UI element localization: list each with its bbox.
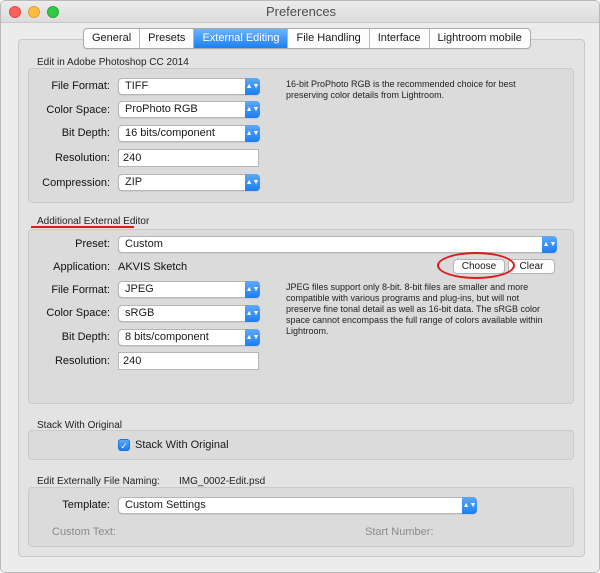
clear-button[interactable]: Clear — [508, 259, 555, 274]
ps-compression-value: ZIP — [125, 176, 143, 188]
template-popup[interactable]: Custom Settings ▲▼ — [118, 497, 477, 514]
tab-presets[interactable]: Presets — [140, 29, 195, 48]
ae-resolution-label: Resolution: — [54, 355, 110, 367]
ae-jpeg-note: JPEG files support only 8-bit. 8-bit fil… — [286, 282, 543, 336]
ps-color-space-value: ProPhoto RGB — [125, 103, 198, 115]
ps-file-format-label: File Format: — [51, 80, 110, 92]
template-value: Custom Settings — [125, 499, 206, 511]
ae-color-space-label: Color Space: — [46, 307, 110, 319]
ps-bit-depth-label: Bit Depth: — [61, 127, 110, 139]
stack-section-box — [28, 430, 574, 460]
window-title: Preferences — [265, 4, 337, 19]
checkmark-icon: ✓ — [118, 439, 130, 451]
ae-color-space-value: sRGB — [125, 307, 155, 319]
updown-chevron-icon: ▲▼ — [462, 497, 477, 514]
ae-color-space-popup[interactable]: sRGB ▲▼ — [118, 305, 260, 322]
annotation-circle — [437, 252, 515, 279]
tab-bar: General Presets External Editing File Ha… — [83, 28, 531, 49]
start-number-label: Start Number: — [365, 526, 434, 538]
updown-chevron-icon: ▲▼ — [245, 305, 260, 322]
ae-file-format-popup[interactable]: JPEG ▲▼ — [118, 281, 260, 298]
ps-compression-popup[interactable]: ZIP ▲▼ — [118, 174, 260, 191]
updown-chevron-icon: ▲▼ — [245, 125, 260, 142]
tab-external-editing[interactable]: External Editing — [194, 29, 289, 48]
ps-resolution-label: Resolution: — [54, 152, 110, 164]
updown-chevron-icon: ▲▼ — [245, 78, 260, 95]
title-bar: Preferences — [1, 1, 599, 23]
preset-value: Custom — [125, 238, 163, 250]
ae-bit-depth-label: Bit Depth: — [61, 331, 110, 343]
preferences-window: Preferences General Presets External Edi… — [0, 0, 600, 573]
ps-bit-depth-popup[interactable]: 16 bits/component ▲▼ — [118, 125, 260, 142]
ae-resolution-field[interactable]: 240 — [118, 352, 259, 370]
ae-file-format-value: JPEG — [125, 283, 154, 295]
ps-file-format-value: TIFF — [125, 80, 149, 92]
annotation-underline — [31, 226, 134, 228]
tab-interface[interactable]: Interface — [370, 29, 430, 48]
photoshop-section-title: Edit in Adobe Photoshop CC 2014 — [37, 57, 189, 68]
application-value: AKVIS Sketch — [118, 261, 188, 273]
updown-chevron-icon: ▲▼ — [245, 101, 260, 118]
preset-popup[interactable]: Custom ▲▼ — [118, 236, 557, 253]
template-label: Template: — [62, 499, 110, 511]
application-label: Application: — [53, 261, 110, 273]
ae-file-format-label: File Format: — [51, 284, 110, 296]
naming-example: IMG_0002-Edit.psd — [179, 476, 266, 487]
naming-section-title: Edit Externally File Naming: — [37, 476, 160, 487]
ps-compression-label: Compression: — [42, 177, 110, 189]
ps-resolution-field[interactable]: 240 — [118, 149, 259, 167]
updown-chevron-icon: ▲▼ — [245, 281, 260, 298]
naming-section-box — [28, 487, 574, 547]
ae-bit-depth-popup[interactable]: 8 bits/component ▲▼ — [118, 329, 260, 346]
ps-recommendation-note: 16-bit ProPhoto RGB is the recommended c… — [286, 79, 516, 100]
stack-with-original-label: Stack With Original — [135, 439, 229, 451]
updown-chevron-icon: ▲▼ — [245, 174, 260, 191]
ps-file-format-popup[interactable]: TIFF ▲▼ — [118, 78, 260, 95]
ps-color-space-popup[interactable]: ProPhoto RGB ▲▼ — [118, 101, 260, 118]
tab-lightroom-mobile[interactable]: Lightroom mobile — [430, 29, 530, 48]
stack-with-original-checkbox[interactable]: ✓ Stack With Original — [118, 439, 229, 451]
updown-chevron-icon: ▲▼ — [245, 329, 260, 346]
preset-label: Preset: — [75, 238, 110, 250]
ps-bit-depth-value: 16 bits/component — [125, 127, 215, 139]
ae-bit-depth-value: 8 bits/component — [125, 331, 209, 343]
custom-text-label: Custom Text: — [52, 526, 116, 538]
tab-file-handling[interactable]: File Handling — [288, 29, 370, 48]
updown-chevron-icon: ▲▼ — [542, 236, 557, 253]
ps-color-space-label: Color Space: — [46, 104, 110, 116]
tab-general[interactable]: General — [84, 29, 141, 48]
